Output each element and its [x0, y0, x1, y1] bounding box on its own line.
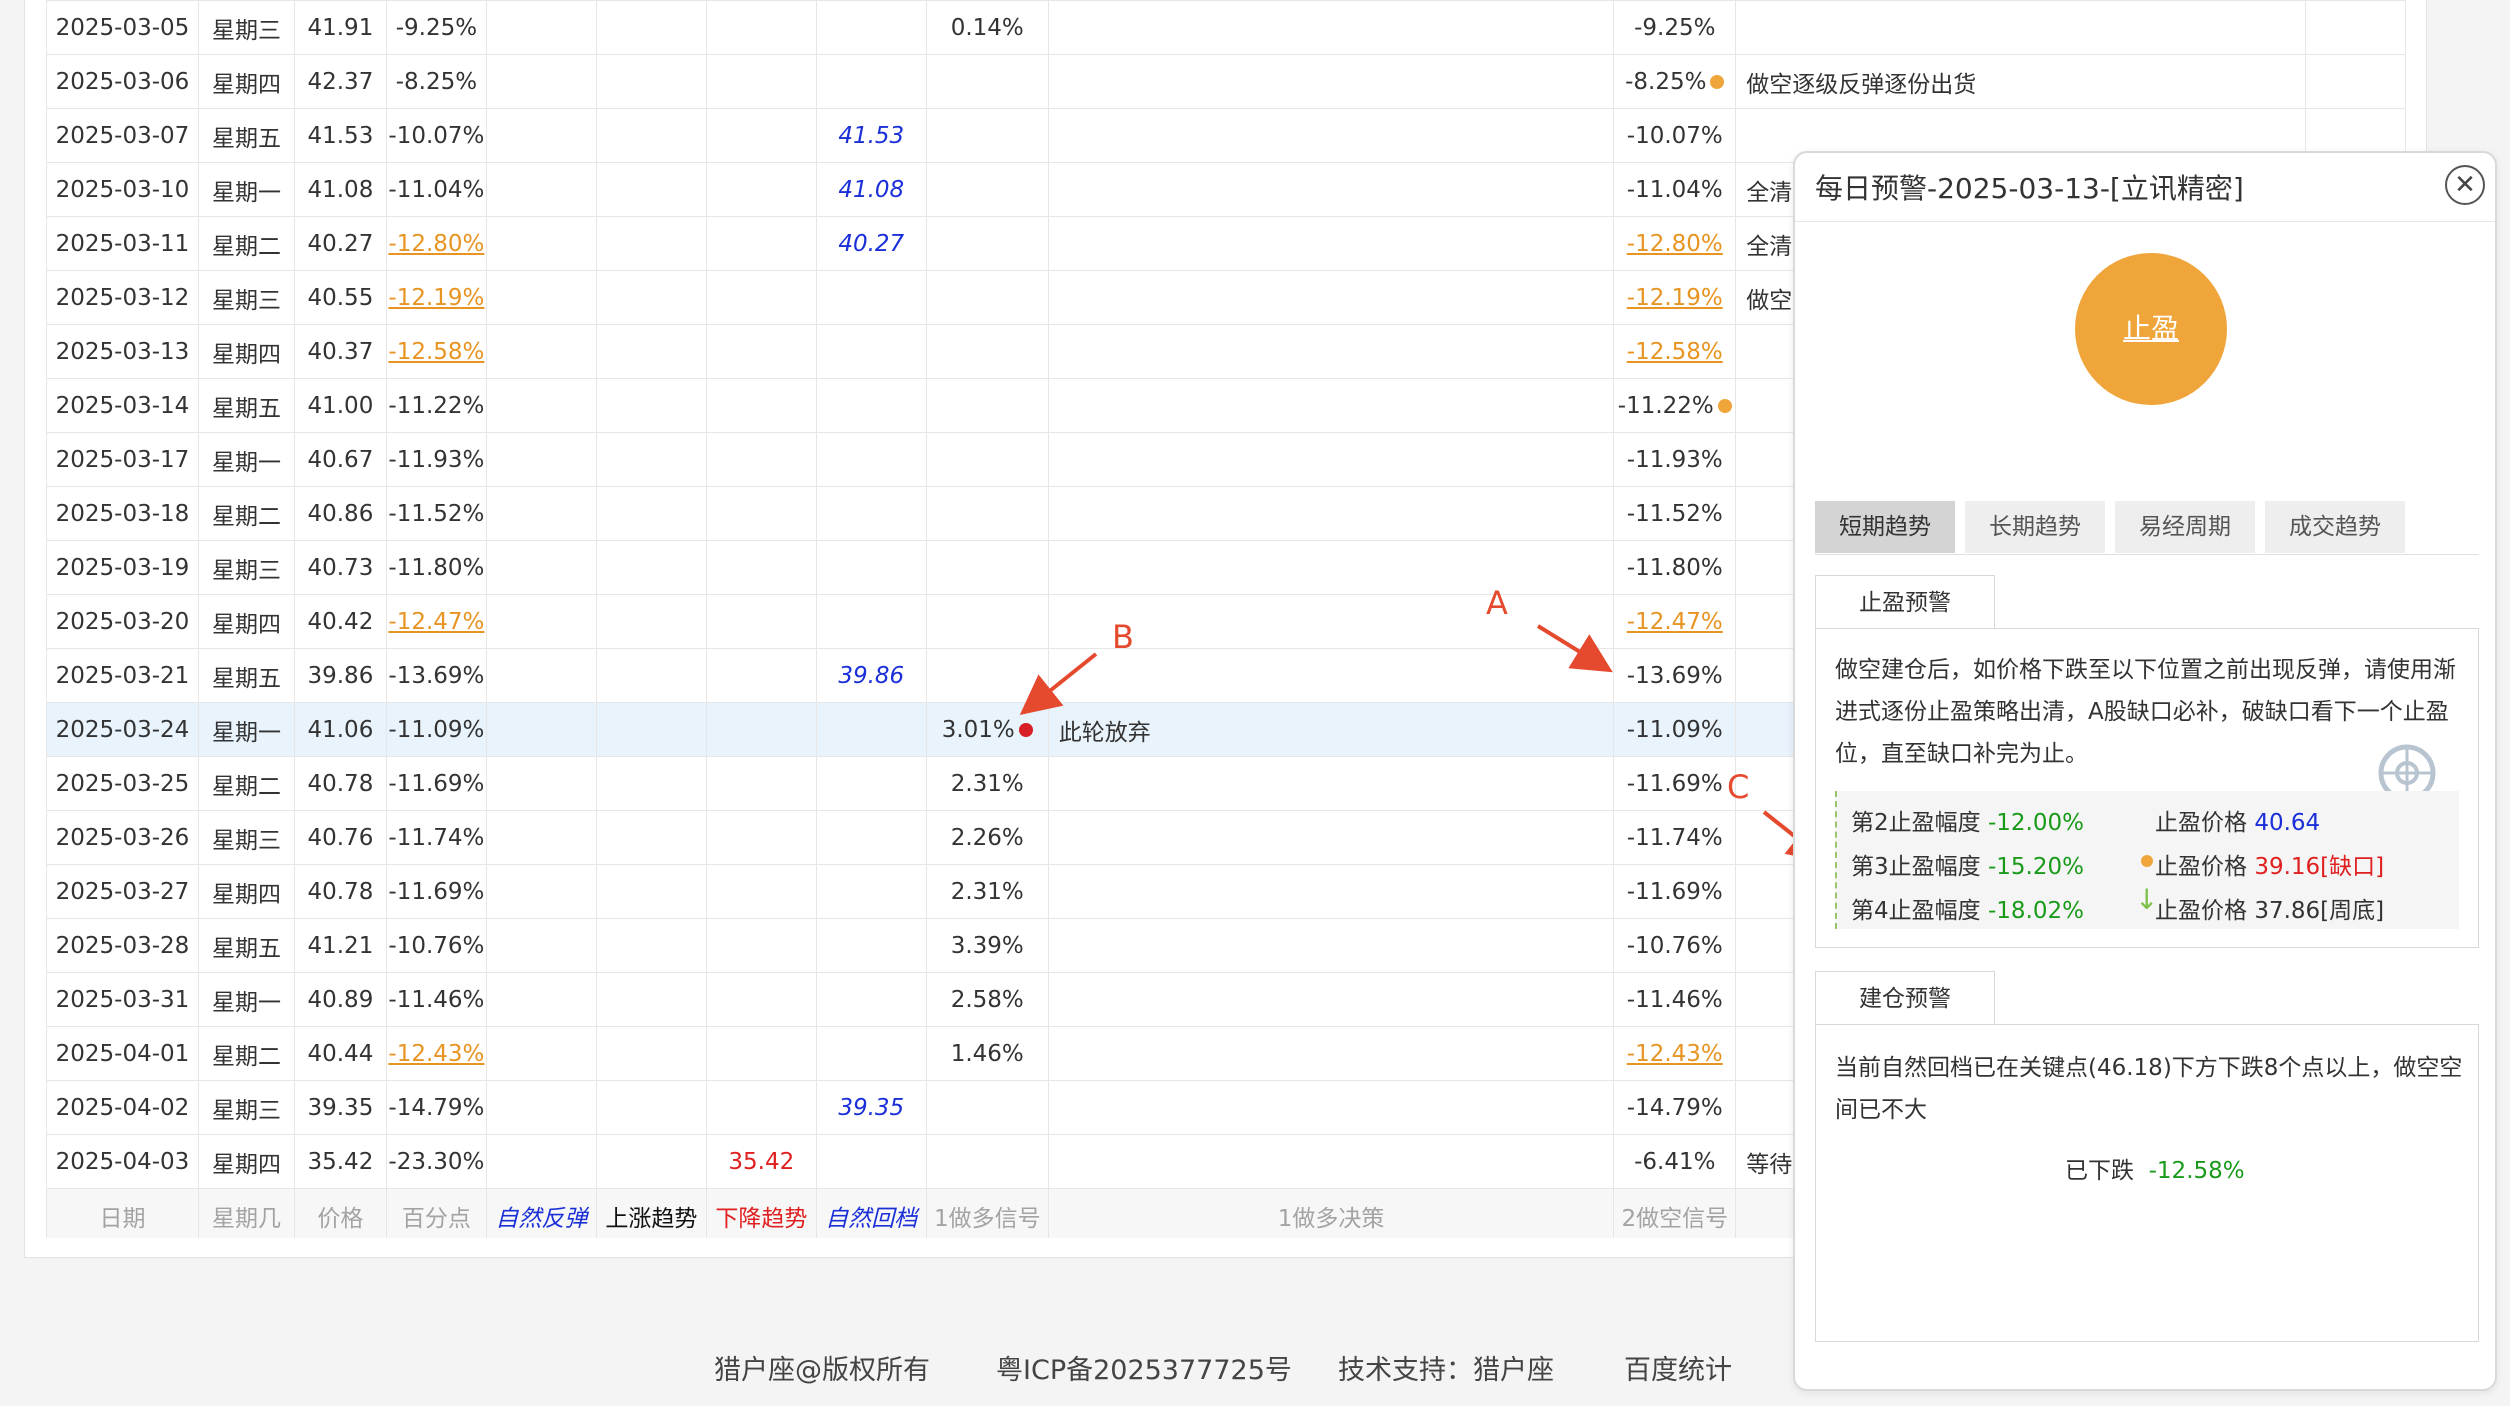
dropped-value: -12.58% [2148, 1158, 2245, 1184]
annotation-c-label: C [1727, 768, 1750, 806]
tab-yijing-cycle[interactable]: 易经周期 [2115, 501, 2255, 553]
stop-price: 止盈价格 37.86[周底] [2155, 898, 2385, 924]
stop-profit-section-tab[interactable]: 止盈预警 [1815, 575, 1995, 629]
status-badge[interactable]: 止盈 [2075, 253, 2227, 405]
build-position-description: 当前自然回档已在关键点(46.18)下方下跌8个点以上，做空空间已不大 [1835, 1055, 2463, 1123]
gap-marker-icon [2141, 855, 2153, 867]
copyright-text: 猎户座@版权所有 [714, 1355, 930, 1386]
stop-price: 止盈价格 39.16[缺口] [2155, 854, 2385, 880]
tech-support-text: 技术支持：猎户座 [1338, 1355, 1554, 1386]
baidu-stats-link[interactable]: 百度统计 [1624, 1348, 1732, 1387]
annotation-a-label: A [1486, 584, 1508, 622]
tab-short-term[interactable]: 短期趋势 [1815, 501, 1955, 553]
stop-level-row: 第2止盈幅度 -12.00% [1851, 810, 2084, 836]
popup-title: 每日预警-2025-03-13-[立讯精密] [1815, 172, 2244, 205]
arrow-a [1536, 624, 1613, 673]
stop-level-row: 第3止盈幅度 -15.20% [1851, 854, 2084, 880]
arrow-b [1019, 652, 1098, 715]
build-position-section-tab[interactable]: 建仓预警 [1815, 971, 1995, 1025]
tabs-divider [1815, 554, 2479, 555]
dropped-summary: 已下跌 -12.58% [2065, 1151, 2245, 1185]
stop-price: 止盈价格 40.64 [2155, 810, 2321, 836]
close-icon[interactable]: ✕ [2445, 165, 2485, 205]
stop-profit-levels: 第2止盈幅度 -12.00% 止盈价格 40.64 第3止盈幅度 -15.20%… [1835, 791, 2459, 929]
icp-link[interactable]: 粤ICP备2025377725号 [996, 1348, 1292, 1387]
stop-level-row: 第4止盈幅度 -18.02% [1851, 898, 2084, 924]
daily-alert-popup: 每日预警-2025-03-13-[立讯精密] ✕ 止盈 短期趋势 长期趋势 易经… [1793, 151, 2497, 1391]
title-divider [1795, 221, 2495, 222]
tab-volume-trend[interactable]: 成交趋势 [2265, 501, 2405, 553]
stop-profit-description: 做空建仓后，如价格下跌至以下位置之前出现反弹，请使用渐进式逐份止盈策略出清，A股… [1835, 657, 2456, 767]
dropped-label: 已下跌 [2065, 1158, 2134, 1184]
tab-long-term[interactable]: 长期趋势 [1965, 501, 2105, 553]
annotation-b-label: B [1112, 618, 1134, 656]
